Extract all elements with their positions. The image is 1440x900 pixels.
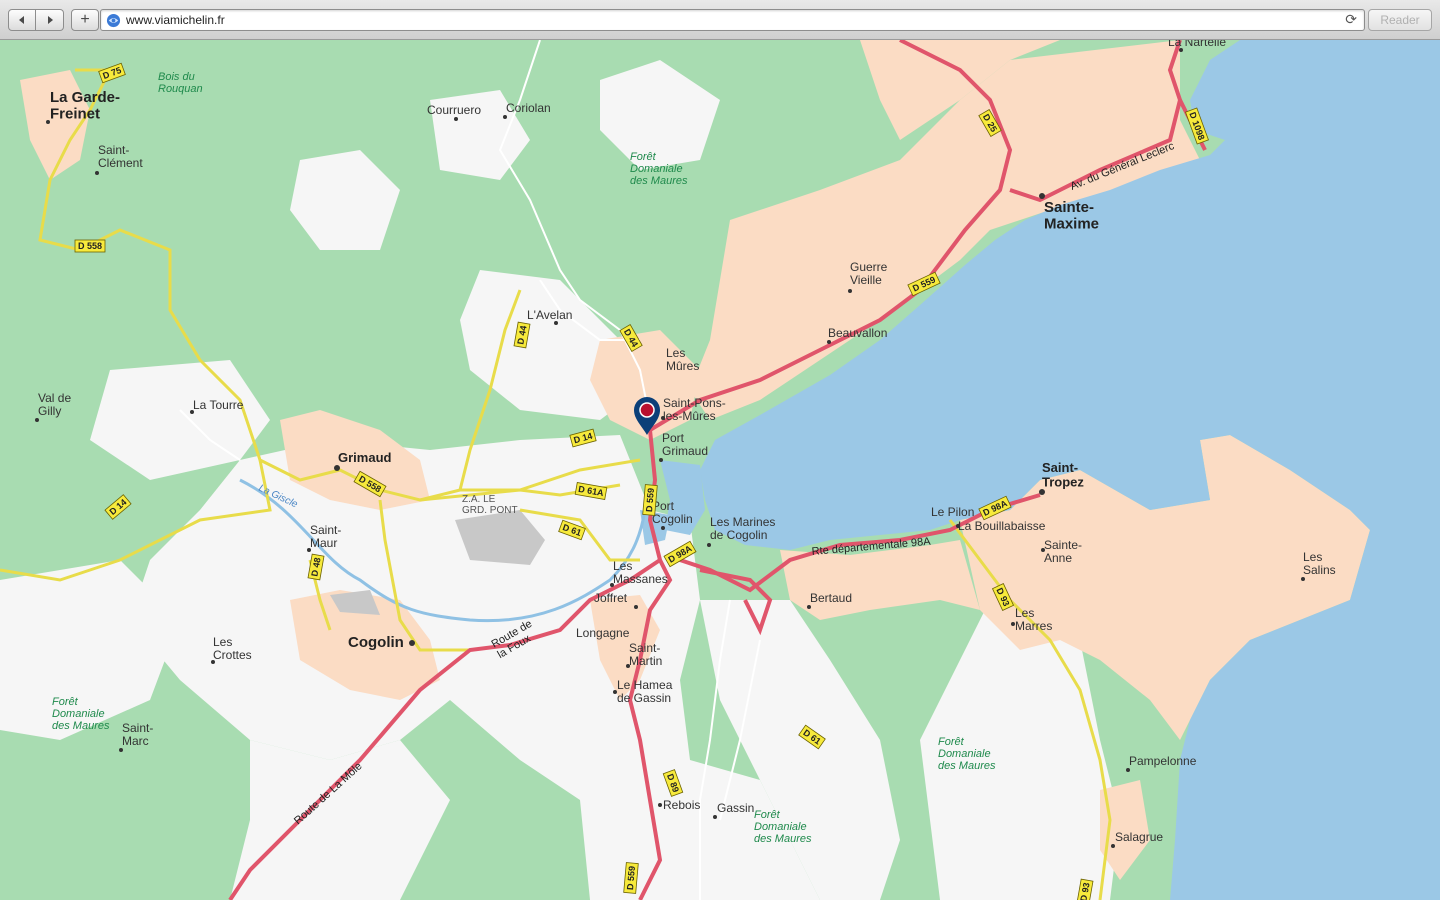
browser-toolbar: + www.viamichelin.fr ⟳ Reader — [0, 0, 1440, 40]
place-dot — [95, 171, 99, 175]
back-button[interactable] — [8, 9, 36, 31]
place-label: Joffret — [594, 591, 628, 605]
place-dot — [713, 815, 717, 819]
forward-button[interactable] — [36, 9, 64, 31]
place-dot — [35, 418, 39, 422]
place-label: Saint-Marc — [122, 721, 153, 748]
place-dot — [46, 120, 50, 124]
svg-text:D 558: D 558 — [78, 241, 102, 251]
nav-buttons — [8, 9, 64, 31]
place-dot — [658, 803, 662, 807]
place-label: Longagne — [576, 626, 630, 640]
place-dot — [1301, 577, 1305, 581]
place-label: Salagrue — [1115, 830, 1163, 844]
place-dot — [610, 583, 614, 587]
place-dot — [1039, 193, 1045, 199]
forward-arrow-icon — [47, 16, 53, 24]
road-shield: D 559 — [642, 484, 658, 516]
place-dot — [626, 664, 630, 668]
place-dot — [1126, 768, 1130, 772]
place-label: Cogolin — [348, 634, 404, 651]
reload-icon[interactable]: ⟳ — [1345, 11, 1357, 28]
place-dot — [1041, 548, 1045, 552]
place-label: Grimaud — [338, 450, 392, 465]
place-label: Rebois — [663, 798, 700, 812]
map-view[interactable]: Av. du Général Leclerc Route dela Foux R… — [0, 40, 1440, 900]
map-canvas: Av. du Général Leclerc Route dela Foux R… — [0, 40, 1440, 900]
url-text: www.viamichelin.fr — [126, 13, 225, 27]
place-label: Saint-Tropez — [1042, 460, 1084, 489]
place-dot — [409, 640, 415, 646]
place-dot — [659, 458, 663, 462]
place-dot — [334, 465, 340, 471]
address-bar[interactable]: www.viamichelin.fr ⟳ — [100, 9, 1365, 31]
place-label: Courruero — [427, 103, 481, 117]
place-dot — [1179, 48, 1183, 52]
place-dot — [307, 548, 311, 552]
place-dot — [503, 115, 507, 119]
place-dot — [956, 524, 960, 528]
place-dot — [807, 605, 811, 609]
place-label: Saint-Maur — [310, 523, 341, 550]
place-dot — [211, 660, 215, 664]
place-dot — [190, 410, 194, 414]
road-shield: D 558 — [74, 239, 106, 253]
place-dot — [1011, 622, 1015, 626]
road-shield: D 559 — [623, 862, 639, 894]
place-dot — [827, 340, 831, 344]
place-dot — [613, 690, 617, 694]
svg-text:D 559: D 559 — [625, 866, 637, 891]
place-dot — [661, 416, 665, 420]
place-label: Saint-Martin — [629, 641, 662, 668]
place-dot — [634, 605, 638, 609]
place-dot — [1039, 489, 1045, 495]
place-label: La Bouillabaisse — [958, 519, 1046, 533]
place-dot — [454, 117, 458, 121]
place-label: La Nartelle — [1168, 40, 1226, 49]
place-label: Pampelonne — [1129, 754, 1197, 768]
place-label: Le Pilon — [931, 505, 974, 519]
place-label: Les Marines de Cogolin — [710, 515, 775, 542]
place-label: Coriolan — [506, 101, 551, 115]
place-label: L'Avelan — [527, 308, 572, 322]
place-label: Gassin — [717, 801, 754, 815]
place-dot — [119, 748, 123, 752]
place-label: La Tourre — [193, 398, 244, 412]
back-arrow-icon — [19, 16, 24, 24]
place-label: Sainte-Maxime — [1044, 199, 1099, 233]
svg-text:D 559: D 559 — [644, 488, 656, 513]
place-dot — [1111, 844, 1115, 848]
place-label: Beauvallon — [828, 326, 887, 340]
place-label: Bertaud — [810, 591, 852, 605]
add-bookmark-button[interactable]: + — [71, 9, 99, 31]
place-dot — [554, 321, 558, 325]
place-label: Le Hamea de Gassin — [617, 678, 673, 705]
place-dot — [707, 543, 711, 547]
reader-button[interactable]: Reader — [1368, 9, 1432, 31]
place-dot — [661, 526, 665, 530]
place-dot — [848, 289, 852, 293]
site-favicon-icon — [106, 13, 121, 28]
